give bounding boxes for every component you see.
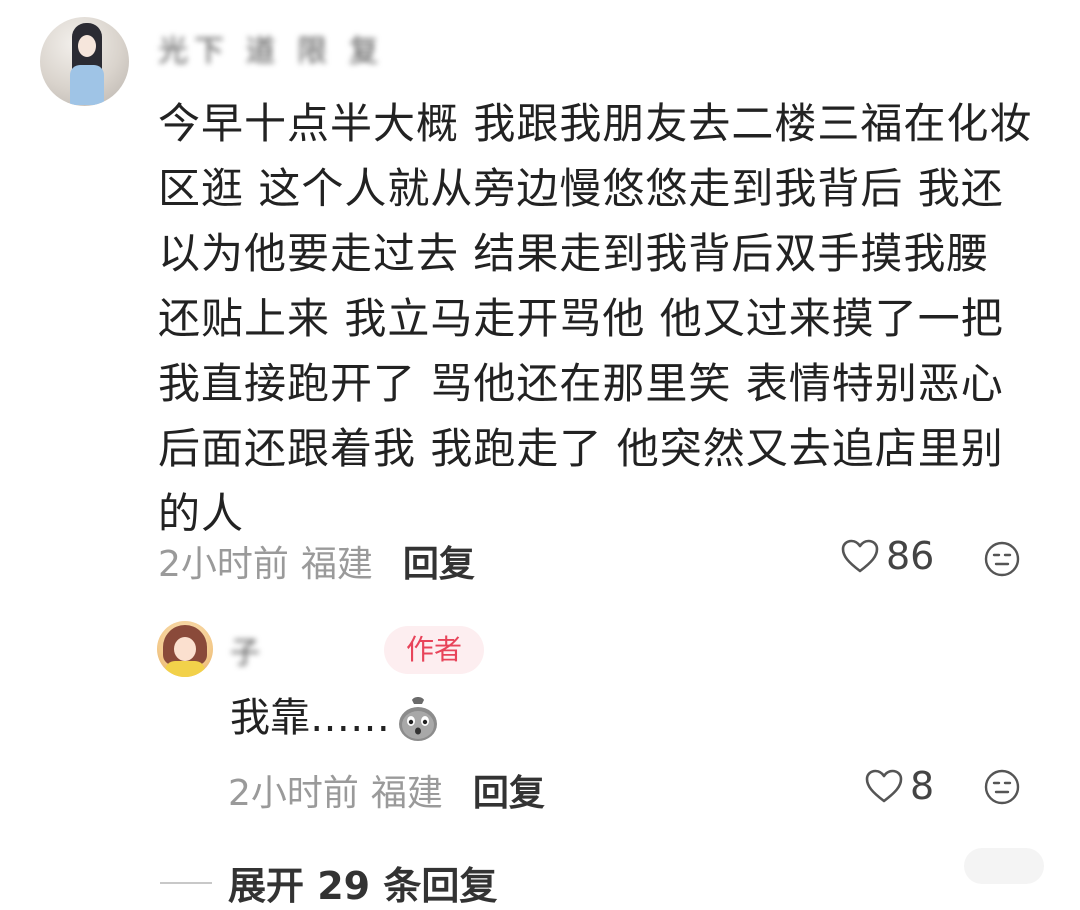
comment-region: 福建 xyxy=(300,544,373,585)
face-icon[interactable] xyxy=(983,768,1021,806)
like-count: 86 xyxy=(886,534,935,578)
heart-outline-icon xyxy=(841,539,879,573)
face-icon[interactable] xyxy=(983,540,1021,578)
commenter-username[interactable]: 光下 道 限 复 xyxy=(158,26,385,70)
author-username[interactable]: 子 xyxy=(230,628,266,672)
expand-replies-label: 展开 29 条回复 xyxy=(228,864,498,908)
expand-replies-button[interactable]: 展开 29 条回复 xyxy=(160,855,497,910)
reply-time: 2小时前 xyxy=(228,773,359,814)
reply-to-reply-button[interactable]: 回复 xyxy=(473,764,545,816)
reply-meta: 2小时前 福建 回复 xyxy=(228,764,545,816)
comment-meta: 2小时前 福建 回复 xyxy=(158,535,475,587)
like-button[interactable]: 86 xyxy=(840,534,934,578)
reply-button[interactable]: 回复 xyxy=(403,535,475,587)
comment-time: 2小时前 xyxy=(158,544,289,585)
author-avatar[interactable] xyxy=(157,621,213,677)
heart-outline-icon xyxy=(865,769,903,803)
reply-like-count: 8 xyxy=(910,764,935,808)
author-badge: 作者 xyxy=(384,626,484,674)
surprised-bag-emoji-icon xyxy=(396,694,440,742)
comment-text: 今早十点半大概 我跟我朋友去二楼三福在化妆区逛 这个人就从旁边慢悠悠走到我背后 … xyxy=(158,99,1033,538)
reply-region: 福建 xyxy=(370,773,443,814)
reply-like-button[interactable]: 8 xyxy=(864,764,934,808)
reply-text-content: 我靠…… xyxy=(230,695,390,741)
watermark-logo xyxy=(964,848,1044,884)
divider-line xyxy=(160,881,212,884)
commenter-avatar[interactable] xyxy=(40,17,129,106)
reply-text: 我靠…… xyxy=(230,690,440,746)
